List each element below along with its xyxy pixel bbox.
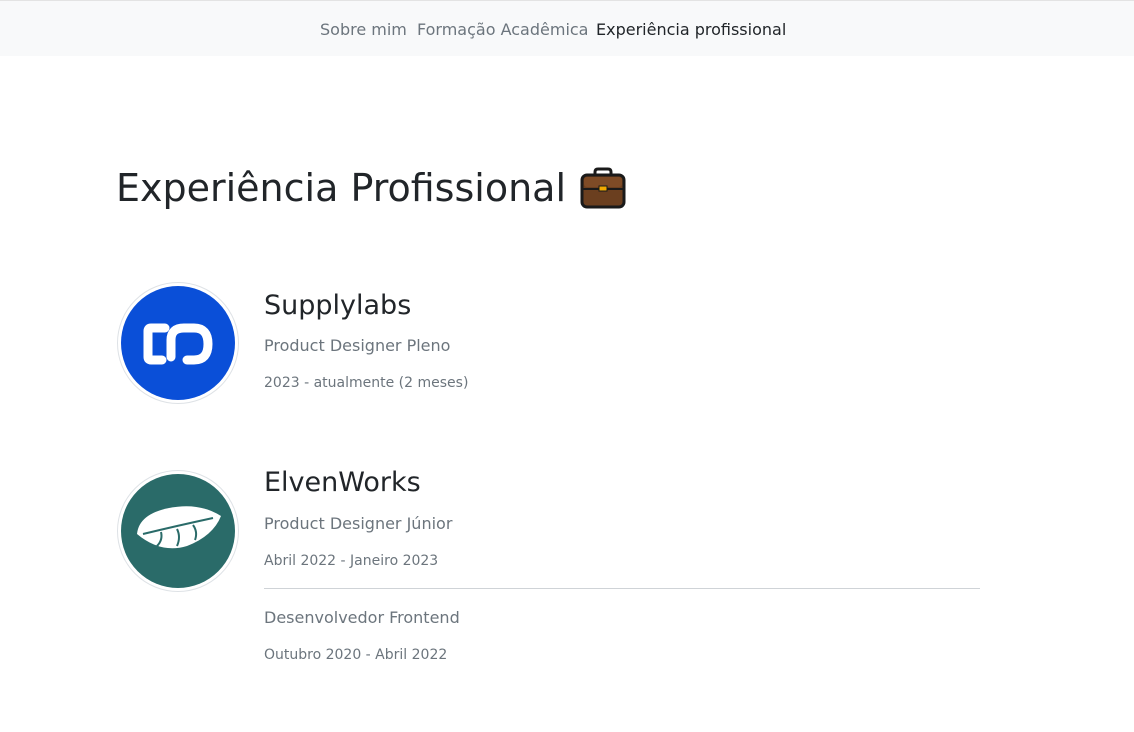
page-title-text: Experiência Profissional [116,166,567,210]
elvenworks-logo [117,470,239,592]
nav-link-formacao-academica[interactable]: Formação Acadêmica [417,20,588,39]
briefcase-icon [580,167,626,209]
company-name-elvenworks: ElvenWorks [264,467,421,498]
supplylabs-logo [117,282,239,404]
role-title: Desenvolvedor Frontend [264,608,460,627]
nav-link-experiencia-profissional[interactable]: Experiência profissional [596,20,786,39]
top-navbar: Sobre mim Formação Acadêmica Experiência… [0,0,1134,56]
role-period: Outubro 2020 - Abril 2022 [264,647,448,663]
role-title: Product Designer Pleno [264,336,451,355]
nav-link-sobre-mim[interactable]: Sobre mim [320,20,407,39]
role-divider [264,588,980,589]
role-period: Abril 2022 - Janeiro 2023 [264,553,439,569]
page-title: Experiência Profissional [116,166,626,210]
role-title: Product Designer Júnior [264,514,453,533]
role-period: 2023 - atualmente (2 meses) [264,375,469,391]
company-name-supplylabs: Supplylabs [264,290,412,321]
